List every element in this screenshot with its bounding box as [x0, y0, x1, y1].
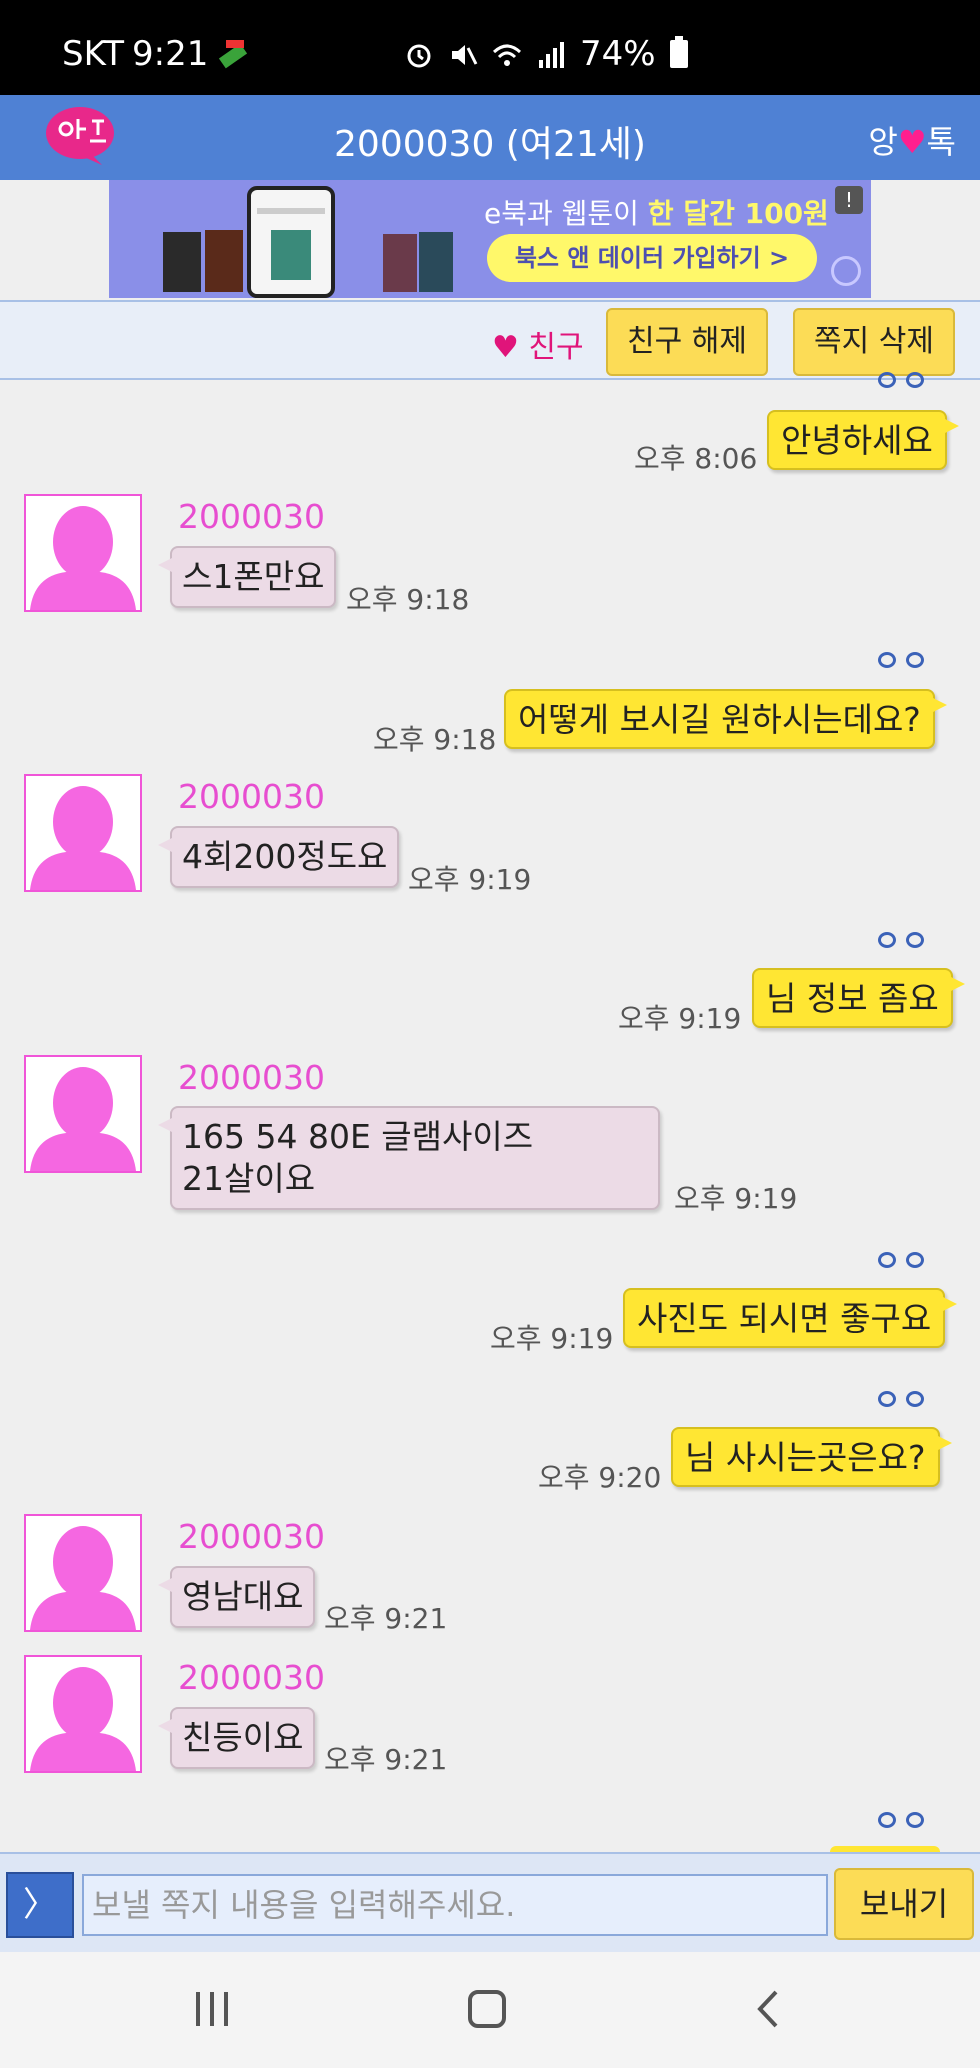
message-time: 오후 9:18: [346, 583, 470, 616]
message-time: 오후 9:19: [490, 1322, 614, 1355]
back-icon[interactable]: [748, 1988, 788, 2030]
eyes-icon: [876, 372, 930, 390]
message-time: 오후 9:19: [618, 1002, 742, 1035]
message-time: 오후 8:06: [634, 442, 758, 475]
incoming-message[interactable]: 4회200정도요: [157, 826, 400, 888]
status-bar: SKT 9:21 74%: [0, 0, 980, 95]
incoming-message[interactable]: 165 54 80E 글램사이즈 21살이요: [158, 1106, 660, 1210]
unfriend-button[interactable]: 친구 해제: [606, 308, 768, 376]
message-time: 오후 9:21: [324, 1602, 448, 1635]
ad-signup-button[interactable]: 북스 앤 데이터 가입하기 >: [487, 234, 817, 282]
home-icon[interactable]: [468, 1990, 506, 2028]
outgoing-message[interactable]: 님 사시는곳은요?: [671, 1427, 952, 1487]
outgoing-message[interactable]: 어떻게 보시길 원하시는데요?: [504, 689, 947, 749]
input-bar: 〉 보내기: [0, 1852, 980, 1952]
battery-percent: 74%: [580, 34, 656, 74]
eyes-icon: [876, 652, 930, 670]
outgoing-message[interactable]: 안녕하세요: [767, 410, 959, 470]
alarm-icon: [404, 39, 434, 69]
incoming-message[interactable]: 영남대요: [157, 1566, 316, 1628]
ad-headline-highlight: 한 달간 100원: [647, 197, 829, 230]
send-button[interactable]: 보내기: [834, 1868, 974, 1940]
outgoing-message[interactable]: 님 정보 좀요: [752, 968, 965, 1028]
page-title: 2000030 (여21세): [334, 124, 646, 165]
ad-corner-icon[interactable]: [831, 256, 861, 286]
brand-right: 톡: [926, 123, 956, 161]
expand-arrow-button[interactable]: 〉: [6, 1872, 74, 1938]
avatar-icon[interactable]: [24, 494, 142, 612]
sender-name: 2000030: [178, 1058, 325, 1097]
heart-icon: ♥: [897, 123, 927, 161]
message-line: 165 54 80E 글램사이즈: [182, 1117, 534, 1156]
action-bar: ♥ 친구 친구 해제 쪽지 삭제: [0, 300, 980, 380]
carrier: SKT: [62, 34, 125, 74]
sender-name: 2000030: [178, 497, 325, 536]
status-left: SKT 9:21: [62, 34, 252, 74]
eyes-icon: [876, 1391, 930, 1409]
avatar-icon[interactable]: [24, 1514, 142, 1632]
message-time: 오후 9:18: [373, 723, 497, 756]
clock: 9:21: [132, 34, 209, 74]
brand-left: 앙: [868, 123, 898, 161]
avatar-icon[interactable]: [24, 1055, 142, 1173]
friend-status-label: ♥ 친구: [492, 330, 584, 365]
ad-info-icon[interactable]: !: [835, 186, 863, 214]
mute-icon: [448, 39, 478, 69]
title-bar: 2000030 (여21세) 앙♥톡: [0, 95, 980, 180]
message-input[interactable]: [82, 1874, 828, 1936]
status-right: 74%: [404, 34, 688, 74]
message-time: 오후 9:19: [674, 1182, 798, 1215]
ad-phone-image: [247, 186, 335, 298]
recent-apps-icon[interactable]: [194, 1992, 234, 2026]
fake-gps-icon: [216, 38, 252, 70]
ad-headline: e북과 웹툰이 한 달간 100원: [484, 192, 829, 232]
avatar-icon[interactable]: [24, 774, 142, 892]
sender-name: 2000030: [178, 1517, 325, 1556]
wifi-icon: [492, 39, 522, 69]
incoming-message[interactable]: 친등이요: [157, 1707, 316, 1769]
ad-headline-prefix: e북과 웹툰이: [484, 197, 648, 230]
incoming-message[interactable]: 스1폰만요: [157, 546, 337, 608]
eyes-icon: [876, 932, 930, 950]
ad-banner[interactable]: e북과 웹툰이 한 달간 100원 북스 앤 데이터 가입하기 > !: [109, 180, 871, 298]
eyes-icon: [876, 1252, 930, 1270]
eyes-icon: [876, 1812, 930, 1830]
outgoing-message[interactable]: 사진도 되시면 좋구요: [623, 1288, 958, 1348]
signal-icon: [536, 39, 566, 69]
system-nav-bar: [0, 1952, 980, 2068]
message-time: 오후 9:21: [324, 1743, 448, 1776]
brand-label: 앙♥톡: [868, 117, 956, 163]
avatar-icon[interactable]: [24, 1655, 142, 1773]
sender-name: 2000030: [178, 1658, 325, 1697]
message-time: 오후 9:20: [538, 1461, 662, 1494]
message-time: 오후 9:19: [408, 863, 532, 896]
message-line: 21살이요: [182, 1159, 316, 1198]
battery-icon: [669, 36, 688, 68]
sender-name: 2000030: [178, 777, 325, 816]
delete-message-button[interactable]: 쪽지 삭제: [793, 308, 955, 376]
